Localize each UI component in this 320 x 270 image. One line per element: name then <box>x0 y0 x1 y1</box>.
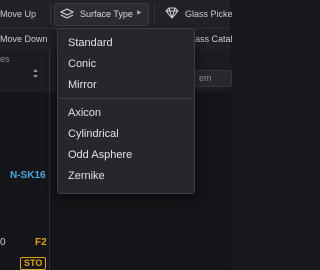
menu-item-conic[interactable]: Conic <box>59 54 193 74</box>
column-divider <box>49 50 50 92</box>
sort-icon[interactable] <box>32 68 39 79</box>
move-down-button[interactable]: Move Down <box>0 34 48 44</box>
toolbar-divider <box>50 4 51 24</box>
menu-divider <box>59 98 193 99</box>
toolbar-divider <box>154 4 155 24</box>
column-header: es <box>0 54 10 64</box>
surface-type-button[interactable]: Surface Type ▶ <box>54 3 149 26</box>
menu-item-standard[interactable]: Standard <box>59 33 193 53</box>
surface-type-label: Surface Type <box>80 9 133 19</box>
f-badge: F2 <box>35 237 47 248</box>
menu-item-zernike[interactable]: Zernike <box>59 166 193 186</box>
chevron-right-icon: ▶ <box>137 10 142 16</box>
item-chip[interactable]: em <box>194 70 232 87</box>
item-chip-label: em <box>199 73 212 83</box>
move-up-button[interactable]: Move Up <box>0 9 36 19</box>
menu-item-axicon[interactable]: Axicon <box>59 103 193 123</box>
stop-badge: STO <box>20 257 47 270</box>
toolbar: Move Up Surface Type ▶ Glass Picke <box>0 0 233 29</box>
diamond-icon[interactable] <box>165 7 179 19</box>
glass-cell[interactable]: N-SK16 <box>10 170 46 181</box>
surface-type-menu: Standard Conic Mirror Axicon Cylindrical… <box>57 28 195 194</box>
layers-icon <box>60 8 74 19</box>
glass-picker-button[interactable]: Glass Picke <box>185 9 233 19</box>
menu-item-mirror[interactable]: Mirror <box>59 75 193 95</box>
menu-item-cylindrical[interactable]: Cylindrical <box>59 124 193 144</box>
left-table-column: N-SK16 0 F2 STO <box>0 92 50 270</box>
value-cell[interactable]: 0 <box>0 237 6 248</box>
menu-item-odd-asphere[interactable]: Odd Asphere <box>59 145 193 165</box>
